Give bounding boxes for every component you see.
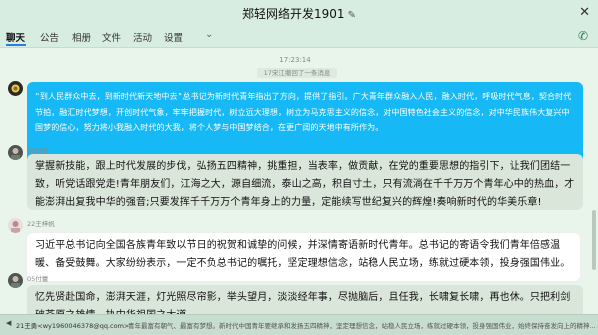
avatar[interactable] [8,145,23,160]
message-bubble[interactable]: 忆先贤赴国命，澎湃天涯，灯光照尽帘影，举头望月，淡淡经年事，尽抛脑后，且任我，长… [27,285,583,314]
speaker-icon: ◀ [6,319,12,327]
tab-bar: 聊天 公告 相册 文件 活动 设置 ⌄ ✆ [0,27,598,48]
active-tab-indicator [6,44,26,46]
avatar[interactable] [8,81,23,96]
message-timestamp: 17:23:14 [279,56,311,64]
sender-name: 22王梓帆 [27,220,55,228]
phone-icon[interactable]: ✆ [578,29,588,43]
tab-announcement[interactable]: 公告 [40,30,59,44]
window-title: 郑轻网络开发1901 ✎ [242,7,356,21]
avatar[interactable] [8,218,23,233]
recall-notice: 17宋江撤回了一条消息 [257,68,337,78]
chevron-down-icon[interactable]: ⌄ [205,29,213,40]
status-sender[interactable]: 21王勇<wy1960046378@qq.com>： [16,320,136,330]
edit-icon[interactable]: ✎ [348,10,356,21]
scrollbar-thumb[interactable] [592,210,596,270]
tab-files[interactable]: 文件 [102,30,121,44]
tab-album[interactable]: 相册 [72,30,91,44]
close-icon[interactable]: ✕ [579,5,590,20]
message-text: 习近平总书记向全国各族青年致以节日的祝贺和诚挚的问候，并深情寄语新时代青年。总书… [35,240,571,269]
tab-activities[interactable]: 活动 [133,30,152,44]
title-bar: 郑轻网络开发1901 ✎ ✕ [0,0,598,27]
scrollbar-track[interactable] [590,48,598,314]
tab-settings[interactable]: 设置 [164,30,183,44]
message-bubble[interactable]: 掌握新技能，跟上时代发展的步伐，弘扬五四精神，挑重担，当表率，做贡献，在党的重要… [27,154,583,210]
message-bubble[interactable]: 习近平总书记向全国各族青年致以节日的祝贺和诚挚的问候，并深情寄语新时代青年。总书… [27,233,580,281]
sender-name: 05付蕾 [27,275,49,283]
message-text: "到人民群众中去，到新时代新天地中去"总书记为新时代青年指出了方向，提供了指引。… [35,92,572,132]
message-feed[interactable]: 17:23:14 17宋江撤回了一条消息 "到人民群众中去，到新时代新天地中去"… [0,48,590,314]
status-preview[interactable]: 青年最富有朝气、最富有梦想。新时代中国青年要继承和发扬五四精神，坚定理想信念，站… [128,320,596,330]
tab-chat[interactable]: 聊天 [6,30,25,44]
avatar[interactable] [8,273,23,288]
message-text: 掌握新技能，跟上时代发展的步伐，弘扬五四精神，挑重担，当表率，做贡献，在党的重要… [35,161,575,208]
message-text: 忆先贤赴国命，澎湃天涯，灯光照尽帘影，举头望月，淡淡经年事，尽抛脑后，且任我，长… [35,292,571,314]
status-bar: ◀ 21王勇<wy1960046378@qq.com>： 青年最富有朝气、最富有… [0,314,598,335]
